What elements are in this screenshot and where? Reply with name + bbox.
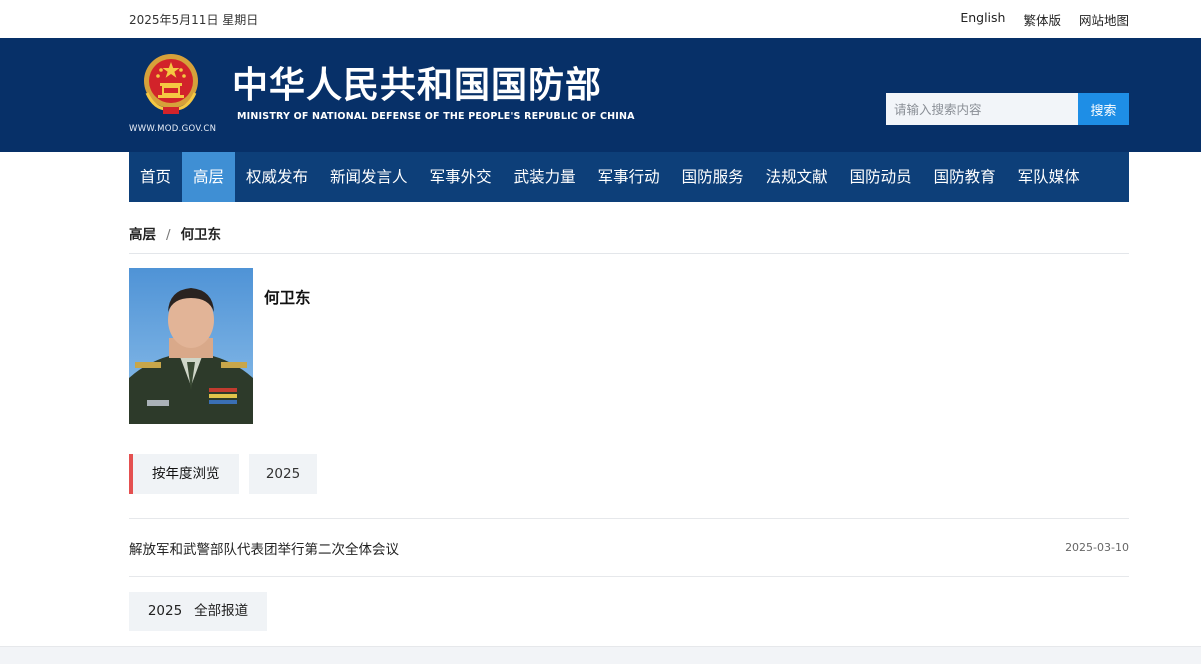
breadcrumb-current: 何卫东 xyxy=(180,227,222,243)
breadcrumb-separator: / xyxy=(166,227,171,243)
breadcrumb-parent[interactable]: 高层 xyxy=(129,227,156,243)
search-input[interactable] xyxy=(886,93,1078,125)
footer-strip xyxy=(0,646,1201,664)
all-reports-button[interactable]: 2025 全部报道 xyxy=(129,592,267,631)
site-header: WWW.MOD.GOV.CN 中华人民共和国国防部 MINISTRY OF NA… xyxy=(0,38,1201,152)
search-button[interactable]: 搜索 xyxy=(1078,93,1129,125)
all-reports-year: 2025 xyxy=(147,603,183,619)
nav-item-defense-education[interactable]: 国防教育 xyxy=(923,152,1007,202)
news-title[interactable]: 解放军和武警部队代表团举行第二次全体会议 xyxy=(129,538,399,558)
english-link[interactable]: English xyxy=(960,10,1005,29)
portrait-photo xyxy=(129,268,253,424)
nav-item-home[interactable]: 首页 xyxy=(129,152,182,202)
profile-name: 何卫东 xyxy=(264,289,311,307)
nav-item-laws-documents[interactable]: 法规文献 xyxy=(755,152,839,202)
news-item[interactable]: 解放军和武警部队代表团举行第二次全体会议 2025-03-10 xyxy=(129,519,1129,577)
year-browse: 按年度浏览 2025 xyxy=(129,454,1129,494)
top-links: English 繁体版 网站地图 xyxy=(960,10,1129,29)
profile-section: 何卫东 xyxy=(129,268,1129,424)
search-box: 搜索 xyxy=(886,93,1129,125)
nav-item-defense-services[interactable]: 国防服务 xyxy=(671,152,755,202)
nav-item-spokesperson[interactable]: 新闻发言人 xyxy=(319,152,419,202)
all-reports-label: 全部报道 xyxy=(194,603,249,619)
top-utility-bar: 2025年5月11日 星期日 English 繁体版 网站地图 xyxy=(0,0,1201,38)
main-content: 高层 / 何卫东 何卫东 按年度浏览 2025 解放军和武警部队代表团举行第二次… xyxy=(129,226,1129,631)
site-url: WWW.MOD.GOV.CN xyxy=(129,124,217,134)
national-emblem-icon[interactable] xyxy=(141,53,201,115)
current-date: 2025年5月11日 星期日 xyxy=(129,12,259,27)
nav-item-military-operations[interactable]: 军事行动 xyxy=(587,152,671,202)
nav-item-leadership[interactable]: 高层 xyxy=(182,152,236,202)
site-title[interactable]: 中华人民共和国国防部 xyxy=(232,62,602,110)
nav-item-military-diplomacy[interactable]: 军事外交 xyxy=(419,152,503,202)
nav-item-mobilization[interactable]: 国防动员 xyxy=(839,152,923,202)
nav-item-military-media[interactable]: 军队媒体 xyxy=(1007,152,1091,202)
breadcrumb: 高层 / 何卫东 xyxy=(129,226,1129,254)
traditional-chinese-link[interactable]: 繁体版 xyxy=(1023,10,1061,29)
nav-item-official-releases[interactable]: 权威发布 xyxy=(235,152,319,202)
main-nav: 首页 高层 权威发布 新闻发言人 军事外交 武装力量 军事行动 国防服务 法规文… xyxy=(0,152,1201,202)
sitemap-link[interactable]: 网站地图 xyxy=(1079,10,1129,29)
year-chip-2025[interactable]: 2025 xyxy=(249,454,317,494)
nav-item-armed-forces[interactable]: 武装力量 xyxy=(503,152,587,202)
browse-by-year-label: 按年度浏览 xyxy=(129,454,239,494)
site-title-english: MINISTRY OF NATIONAL DEFENSE OF THE PEOP… xyxy=(237,111,635,122)
news-date: 2025-03-10 xyxy=(1065,541,1129,554)
